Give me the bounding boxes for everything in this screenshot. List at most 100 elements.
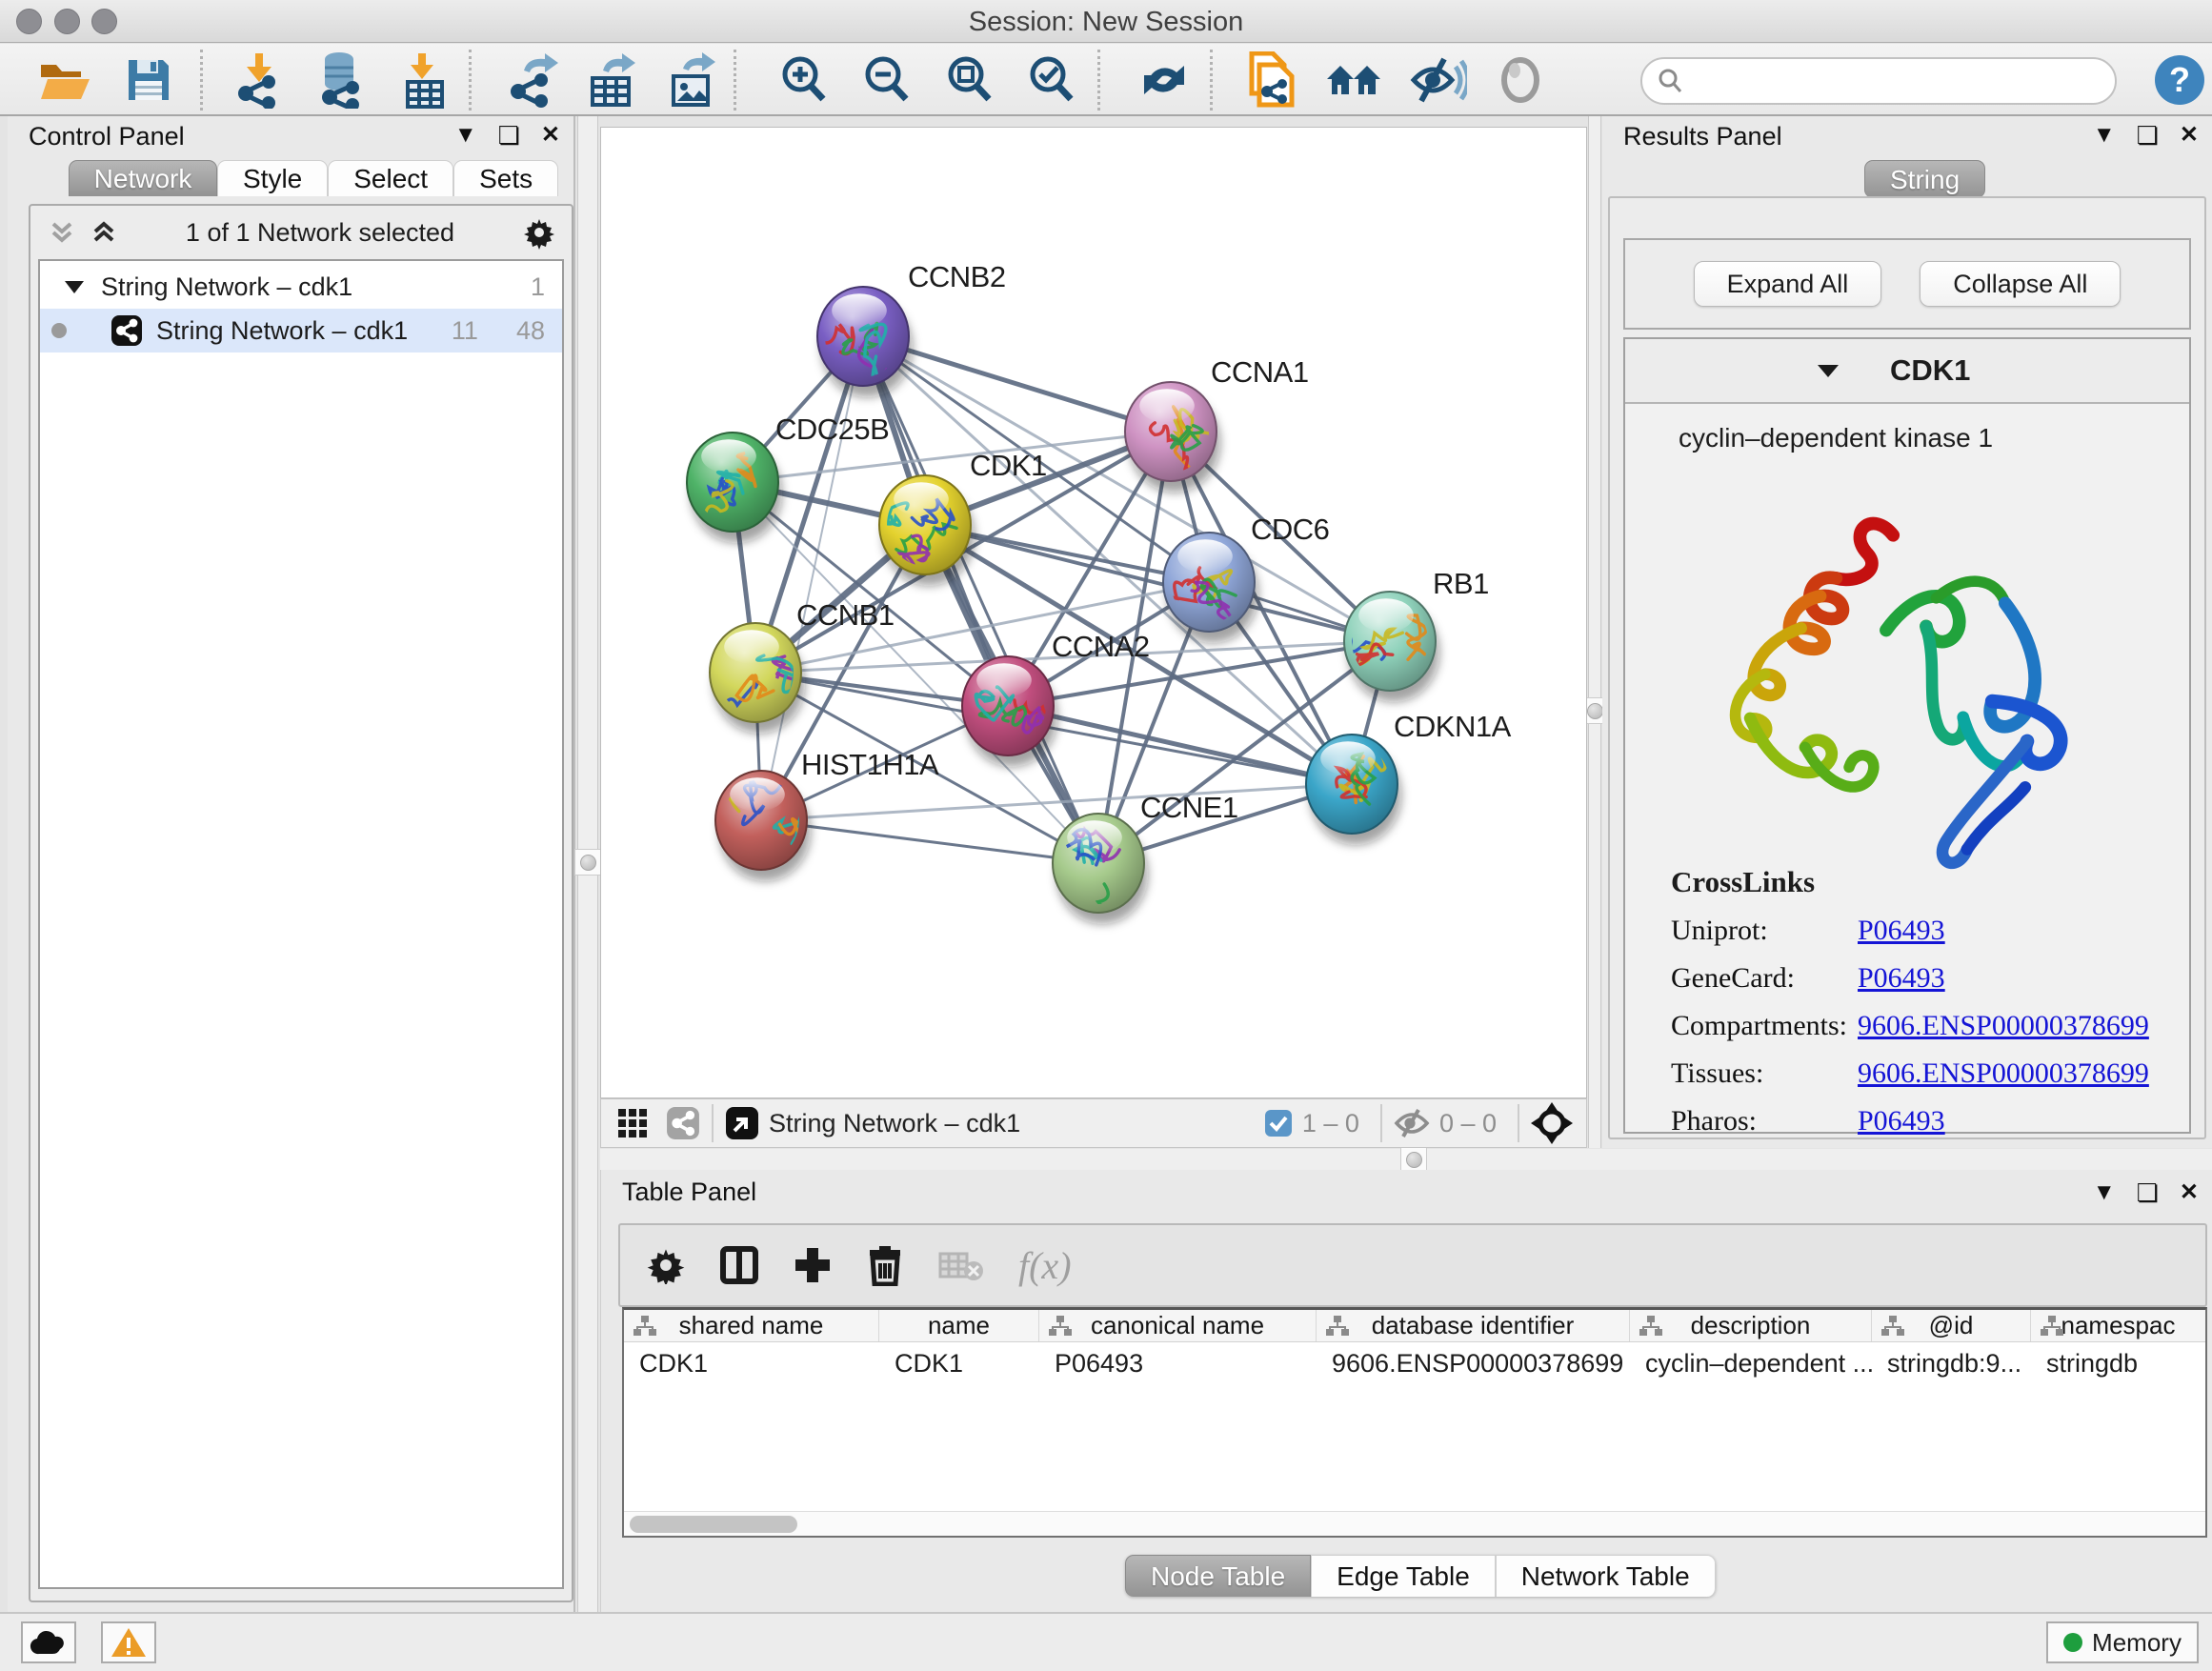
new-network-from-selection-icon[interactable] (1235, 51, 1307, 109)
column-header[interactable]: description (1630, 1310, 1872, 1341)
panel-close-icon[interactable]: ✕ (541, 124, 560, 147)
column-header[interactable]: shared name (624, 1310, 879, 1341)
tab-network[interactable]: Network (69, 160, 217, 196)
scrollbar-thumb[interactable] (630, 1516, 797, 1533)
apply-layout-icon[interactable] (1128, 51, 1200, 109)
expand-all-networks-icon[interactable] (48, 218, 76, 247)
selected-checkbox-icon[interactable] (1264, 1109, 1293, 1137)
tab-string[interactable]: String (1864, 160, 1985, 198)
network-node[interactable]: CCNE1 (1053, 791, 1238, 937)
panel-float-icon[interactable]: ❏ (498, 123, 520, 148)
string-import-icon[interactable] (1318, 51, 1391, 109)
show-graphics-details-icon[interactable] (1484, 51, 1557, 109)
tree-expander-icon[interactable] (63, 277, 86, 296)
delete-column-trash-icon[interactable] (866, 1244, 904, 1286)
horizontal-splitter-handle[interactable] (1400, 1146, 1427, 1173)
column-header[interactable]: @id (1872, 1310, 2031, 1341)
zoom-selected-icon[interactable] (1016, 51, 1088, 109)
memory-button[interactable]: Memory (2046, 1621, 2199, 1663)
column-header[interactable]: namespac (2031, 1310, 2205, 1341)
import-network-database-icon[interactable] (305, 51, 377, 109)
help-icon[interactable]: ? (2143, 51, 2212, 109)
network-collection-row[interactable]: String Network – cdk1 1 (40, 265, 562, 309)
left-splitter-handle[interactable] (574, 849, 601, 876)
collapse-all-networks-icon[interactable] (90, 218, 118, 247)
network-node[interactable]: HIST1H1A (703, 748, 939, 881)
panel-float-icon[interactable]: ❏ (2137, 1180, 2159, 1205)
tab-edge-table[interactable]: Edge Table (1311, 1555, 1496, 1597)
cloud-icon (30, 1629, 68, 1656)
panel-close-icon[interactable]: ✕ (2180, 124, 2199, 147)
network-edge[interactable] (761, 820, 1098, 863)
hide-results-panel-icon[interactable] (1402, 51, 1475, 109)
column-header[interactable]: canonical name (1039, 1310, 1317, 1341)
network-edge[interactable] (1008, 706, 1352, 784)
network-view-title: String Network – cdk1 (769, 1109, 1020, 1138)
create-column-plus-icon[interactable] (794, 1246, 832, 1284)
search-input[interactable] (1684, 67, 2094, 96)
cloud-button[interactable] (21, 1621, 76, 1663)
panel-float-icon[interactable]: ❏ (2137, 123, 2159, 148)
crosslink-label: GeneCard: (1671, 962, 1858, 995)
collapse-entry-icon[interactable] (1816, 361, 1840, 380)
tab-style[interactable]: Style (217, 160, 328, 196)
node-label: CDKN1A (1394, 710, 1512, 743)
column-header[interactable]: database identifier (1317, 1310, 1630, 1341)
crosslink-genecard-link[interactable]: P06493 (1858, 962, 1945, 995)
network-share-icon[interactable] (666, 1106, 700, 1140)
crosslinks-title: CrossLinks (1671, 865, 2149, 899)
crosslink-compartments-link[interactable]: 9606.ENSP00000378699 (1858, 1010, 2149, 1042)
warnings-button[interactable] (101, 1621, 156, 1663)
collapse-all-button[interactable]: Collapse All (1920, 261, 2121, 307)
panel-menu-icon[interactable]: ▼ (2093, 1181, 2116, 1204)
export-network-icon[interactable] (495, 51, 568, 109)
crosslink-pharos-link[interactable]: P06493 (1858, 1105, 1945, 1137)
crosslink-label: Pharos: (1671, 1105, 1858, 1137)
save-session-icon[interactable] (112, 51, 185, 109)
open-session-icon[interactable] (29, 51, 101, 109)
right-splitter[interactable] (1588, 116, 1601, 1148)
network-node[interactable]: CCNA1 (1125, 355, 1309, 493)
zoom-out-icon[interactable] (851, 51, 923, 109)
network-node[interactable]: CDKN1A (1306, 710, 1512, 845)
network-node[interactable]: CDC25B (687, 413, 889, 543)
node-details-header[interactable]: CDK1 (1625, 339, 2189, 404)
export-image-icon[interactable] (657, 51, 730, 109)
window-title: Session: New Session (0, 7, 2212, 38)
crosslink-tissues-link[interactable]: 9606.ENSP00000378699 (1858, 1057, 2149, 1090)
panel-close-icon[interactable]: ✕ (2180, 1181, 2199, 1204)
table-type-tabs: Node Table Edge Table Network Table (1125, 1555, 1716, 1597)
crosslink-uniprot-link[interactable]: P06493 (1858, 915, 1945, 947)
expand-all-button[interactable]: Expand All (1694, 261, 1882, 307)
zoom-in-icon[interactable] (768, 51, 840, 109)
panel-menu-icon[interactable]: ▼ (454, 124, 477, 147)
import-network-file-icon[interactable] (223, 51, 295, 109)
show-columns-icon[interactable] (719, 1245, 759, 1285)
table-toolbar: f(x) (618, 1223, 2207, 1307)
import-table-file-icon[interactable] (389, 51, 461, 109)
network-node[interactable]: RB1 (1334, 567, 1489, 702)
network-edge[interactable] (863, 336, 1098, 863)
network-options-gear-icon[interactable] (522, 215, 556, 250)
detach-view-icon[interactable] (725, 1106, 759, 1140)
tab-network-table[interactable]: Network Table (1496, 1555, 1716, 1597)
network-canvas[interactable]: CCNB2CCNA1CDC25BCDK1CDC6RB1CCNB1CCNA2CDK… (600, 127, 1587, 1098)
tab-sets[interactable]: Sets (453, 160, 558, 196)
tab-select[interactable]: Select (328, 160, 453, 196)
network-collection-label: String Network – cdk1 (101, 272, 531, 302)
birds-eye-grid-icon[interactable] (616, 1107, 649, 1139)
column-header[interactable]: name (879, 1310, 1039, 1341)
node-label: CDK1 (970, 449, 1047, 482)
table-horizontal-scrollbar[interactable] (624, 1511, 2205, 1536)
node-attribute-table[interactable]: shared name name canonical name database… (622, 1307, 2207, 1538)
export-table-icon[interactable] (577, 51, 650, 109)
zoom-fit-icon[interactable] (934, 51, 1006, 109)
network-row[interactable]: String Network – cdk1 11 48 (40, 309, 562, 352)
tab-node-table[interactable]: Node Table (1125, 1555, 1311, 1597)
fit-crosshair-icon[interactable] (1531, 1102, 1573, 1144)
panel-menu-icon[interactable]: ▼ (2093, 124, 2116, 147)
search-icon (1656, 67, 1684, 95)
table-row[interactable]: CDK1 CDK1 P06493 9606.ENSP00000378699 cy… (624, 1342, 2205, 1384)
network-node[interactable]: CDC6 (1163, 513, 1329, 643)
table-options-gear-icon[interactable] (647, 1246, 685, 1284)
